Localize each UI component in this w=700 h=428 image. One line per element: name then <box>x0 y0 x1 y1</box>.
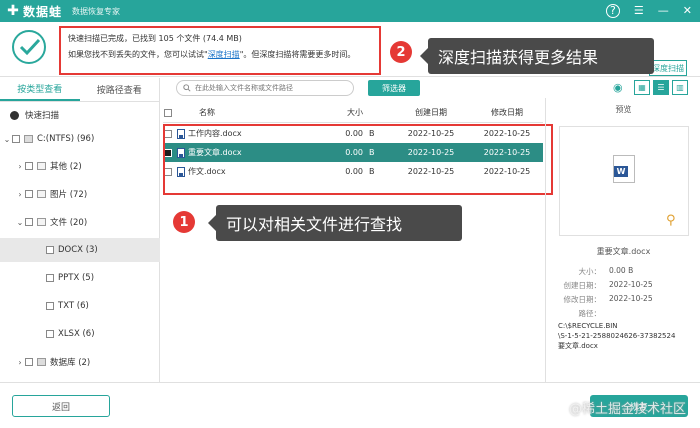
document-icon <box>37 218 46 226</box>
eye-icon[interactable]: ◉ <box>613 81 631 94</box>
drive-checkbox[interactable] <box>12 135 20 143</box>
images-checkbox[interactable] <box>25 190 33 198</box>
deep-scan-button[interactable]: 深度扫描 <box>649 60 687 76</box>
tree-item-xlsx[interactable]: XLSX (6) <box>0 322 160 346</box>
chevron-right-icon[interactable]: › <box>15 190 25 199</box>
db-checkbox[interactable] <box>25 358 33 366</box>
highlight-box-header <box>59 26 381 75</box>
view-tabs: 按类型查看 按路径查看 <box>0 78 159 102</box>
created-value: 2022-10-25 <box>609 280 653 289</box>
callout-number-2: 2 <box>390 41 412 63</box>
tree-item-txt[interactable]: TXT (6) <box>0 294 160 318</box>
word-document-icon: W <box>613 155 635 183</box>
col-modified[interactable]: 修改日期 <box>471 107 543 118</box>
file-toolbar: 筛选器 ◉ ▦ ☰ ▥ <box>163 78 700 98</box>
folder-icon <box>37 162 46 170</box>
search-box[interactable] <box>176 80 354 96</box>
pptx-checkbox[interactable] <box>46 274 54 282</box>
db-label: 数据库 (2) <box>50 358 91 368</box>
chevron-down-icon[interactable]: ⌄ <box>2 135 12 144</box>
docx-checkbox[interactable] <box>46 246 54 254</box>
quick-scan-label: 快速扫描 <box>25 111 60 121</box>
quick-scan-item[interactable]: 快速扫描 <box>0 103 160 127</box>
chevron-right-icon[interactable]: › <box>15 162 25 171</box>
callout-search-files: 可以对相关文件进行查找 <box>208 205 462 241</box>
tree-item-docx[interactable]: DOCX (3) <box>0 238 160 262</box>
tree-item-images[interactable]: › 图片 (72) <box>0 182 160 206</box>
created-label: 创建日期： <box>563 281 602 290</box>
xlsx-checkbox[interactable] <box>46 330 54 338</box>
title-bar: ✚ 数据蛙 数据恢复专家 ? ☰ — ✕ <box>0 0 700 22</box>
search-input[interactable] <box>195 84 345 92</box>
txt-checkbox[interactable] <box>46 302 54 310</box>
size-label: 大小： <box>578 267 602 276</box>
bottom-bar: 返回 恢复 @稀土掘金技术社区 <box>0 382 700 428</box>
list-view-icon[interactable]: ☰ <box>653 80 669 95</box>
check-icon <box>12 30 46 64</box>
chevron-down-icon[interactable]: ⌄ <box>15 218 25 227</box>
preview-file-name: 重要文章.docx <box>596 247 651 256</box>
tree-item-drive[interactable]: ⌄ C:(NTFS) (96) <box>0 127 160 151</box>
grid-view-icon[interactable]: ▦ <box>634 80 650 95</box>
tree-item-db[interactable]: › 数据库 (2) <box>0 350 160 374</box>
path-line: 要文章.docx <box>558 342 598 350</box>
drive-icon <box>24 135 33 143</box>
help-icon[interactable]: ? <box>605 4 620 18</box>
tab-by-path[interactable]: 按路径查看 <box>80 78 160 101</box>
path-value: C:\$RECYCLE.BIN \S-1-5-21-2588024626-373… <box>558 321 675 351</box>
col-name[interactable]: 名称 <box>177 107 305 118</box>
app-name: 数据蛙 <box>23 4 63 19</box>
preview-panel: 预览 W ⚲ 重要文章.docx 大小： 0.00 B 创建日期： 2022-1… <box>545 98 700 382</box>
other-checkbox[interactable] <box>25 162 33 170</box>
image-icon <box>37 190 46 198</box>
path-label: 路径： <box>578 309 602 318</box>
other-label: 其他 (2) <box>50 162 82 172</box>
table-header: 名称 大小 创建日期 修改日期 <box>163 103 543 123</box>
app-subtitle: 数据恢复专家 <box>72 6 121 16</box>
tree-item-other[interactable]: › 其他 (2) <box>0 154 160 178</box>
txt-label: TXT (6) <box>58 301 89 311</box>
callout-deep-scan: 深度扫描获得更多结果 <box>420 38 654 74</box>
plus-logo-icon: ✚ <box>7 3 19 19</box>
filter-button[interactable]: 筛选器 <box>368 80 420 96</box>
highlight-box-files <box>163 124 553 195</box>
close-icon[interactable]: ✕ <box>683 3 692 19</box>
back-button[interactable]: 返回 <box>12 395 110 417</box>
docs-label: 文件 (20) <box>50 218 88 228</box>
size-value: 0.00 B <box>609 266 634 275</box>
col-size[interactable]: 大小 <box>305 107 363 118</box>
logo: ✚ 数据蛙 数据恢复专家 <box>6 3 120 20</box>
drive-label: C:(NTFS) (96) <box>37 134 95 144</box>
tree-item-pptx[interactable]: PPTX (5) <box>0 266 160 290</box>
docs-checkbox[interactable] <box>25 218 33 226</box>
tab-by-type[interactable]: 按类型查看 <box>0 78 80 101</box>
magnifier-icon[interactable]: ⚲ <box>666 213 680 228</box>
path-line: C:\$RECYCLE.BIN <box>558 322 618 330</box>
watermark: @稀土掘金技术社区 <box>568 402 686 417</box>
xlsx-label: XLSX (6) <box>58 329 95 339</box>
chevron-right-icon[interactable]: › <box>15 358 25 367</box>
modified-label: 修改日期： <box>563 295 602 304</box>
database-icon <box>37 358 46 366</box>
modified-value: 2022-10-25 <box>609 294 653 303</box>
path-line: \S-1-5-21-2588024626-37382524 <box>558 332 676 340</box>
docx-label: DOCX (3) <box>58 245 98 255</box>
header-divider <box>0 76 700 77</box>
preview-box: W ⚲ <box>559 126 689 236</box>
detail-view-icon[interactable]: ▥ <box>672 80 688 95</box>
menu-icon[interactable]: ☰ <box>634 3 644 19</box>
preview-title: 预览 <box>615 105 632 114</box>
tree-item-docs[interactable]: ⌄ 文件 (20) <box>0 210 160 234</box>
quick-scan-checkbox[interactable] <box>10 110 19 120</box>
callout-number-1: 1 <box>173 211 195 233</box>
images-label: 图片 (72) <box>50 190 88 200</box>
select-all-checkbox[interactable] <box>164 108 172 117</box>
search-icon <box>183 84 191 92</box>
minimize-icon[interactable]: — <box>658 3 669 19</box>
col-created[interactable]: 创建日期 <box>391 107 471 118</box>
pptx-label: PPTX (5) <box>58 273 95 283</box>
